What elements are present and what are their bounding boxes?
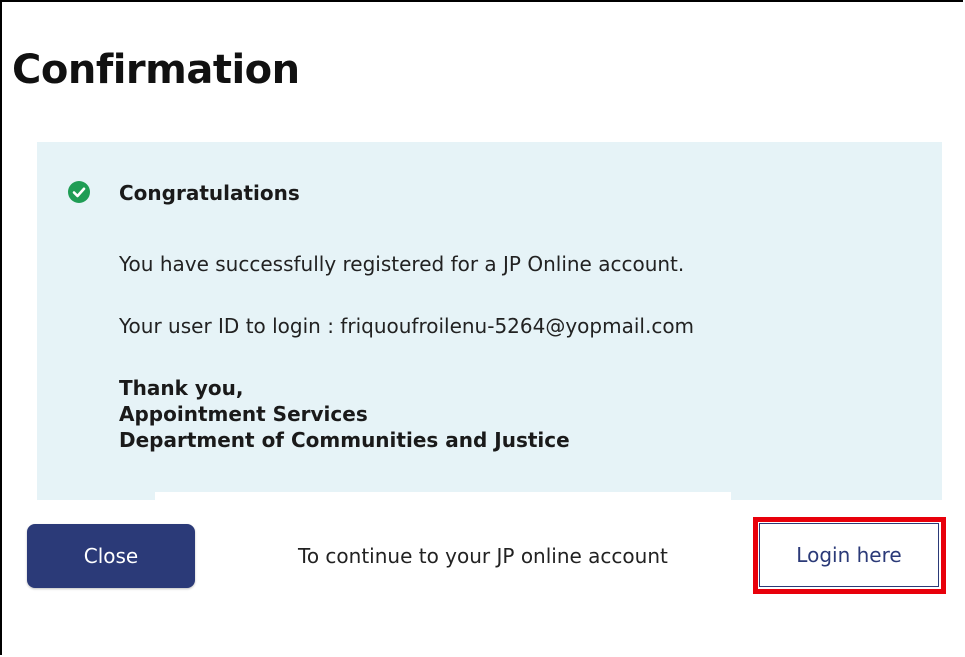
success-message-panel: Congratulations You have successfully re… xyxy=(37,142,942,500)
login-here-button[interactable]: Login here xyxy=(759,523,939,587)
continue-prompt-text: To continue to your JP online account xyxy=(298,544,668,568)
signoff-block: Thank you, Appointment Services Departme… xyxy=(119,375,570,453)
user-id-text: Your user ID to login : friquoufroilenu-… xyxy=(119,314,695,338)
success-heading: Congratulations xyxy=(119,181,300,205)
signoff-department: Department of Communities and Justice xyxy=(119,428,570,452)
check-circle-icon xyxy=(68,181,90,203)
panel-divider xyxy=(155,492,731,500)
close-button[interactable]: Close xyxy=(27,524,195,588)
confirmation-dialog: Confirmation Congratulations You have su… xyxy=(0,0,963,655)
registration-success-text: You have successfully registered for a J… xyxy=(119,252,685,276)
signoff-thanks: Thank you, xyxy=(119,376,244,400)
page-title: Confirmation xyxy=(12,47,300,93)
signoff-team: Appointment Services xyxy=(119,402,368,426)
